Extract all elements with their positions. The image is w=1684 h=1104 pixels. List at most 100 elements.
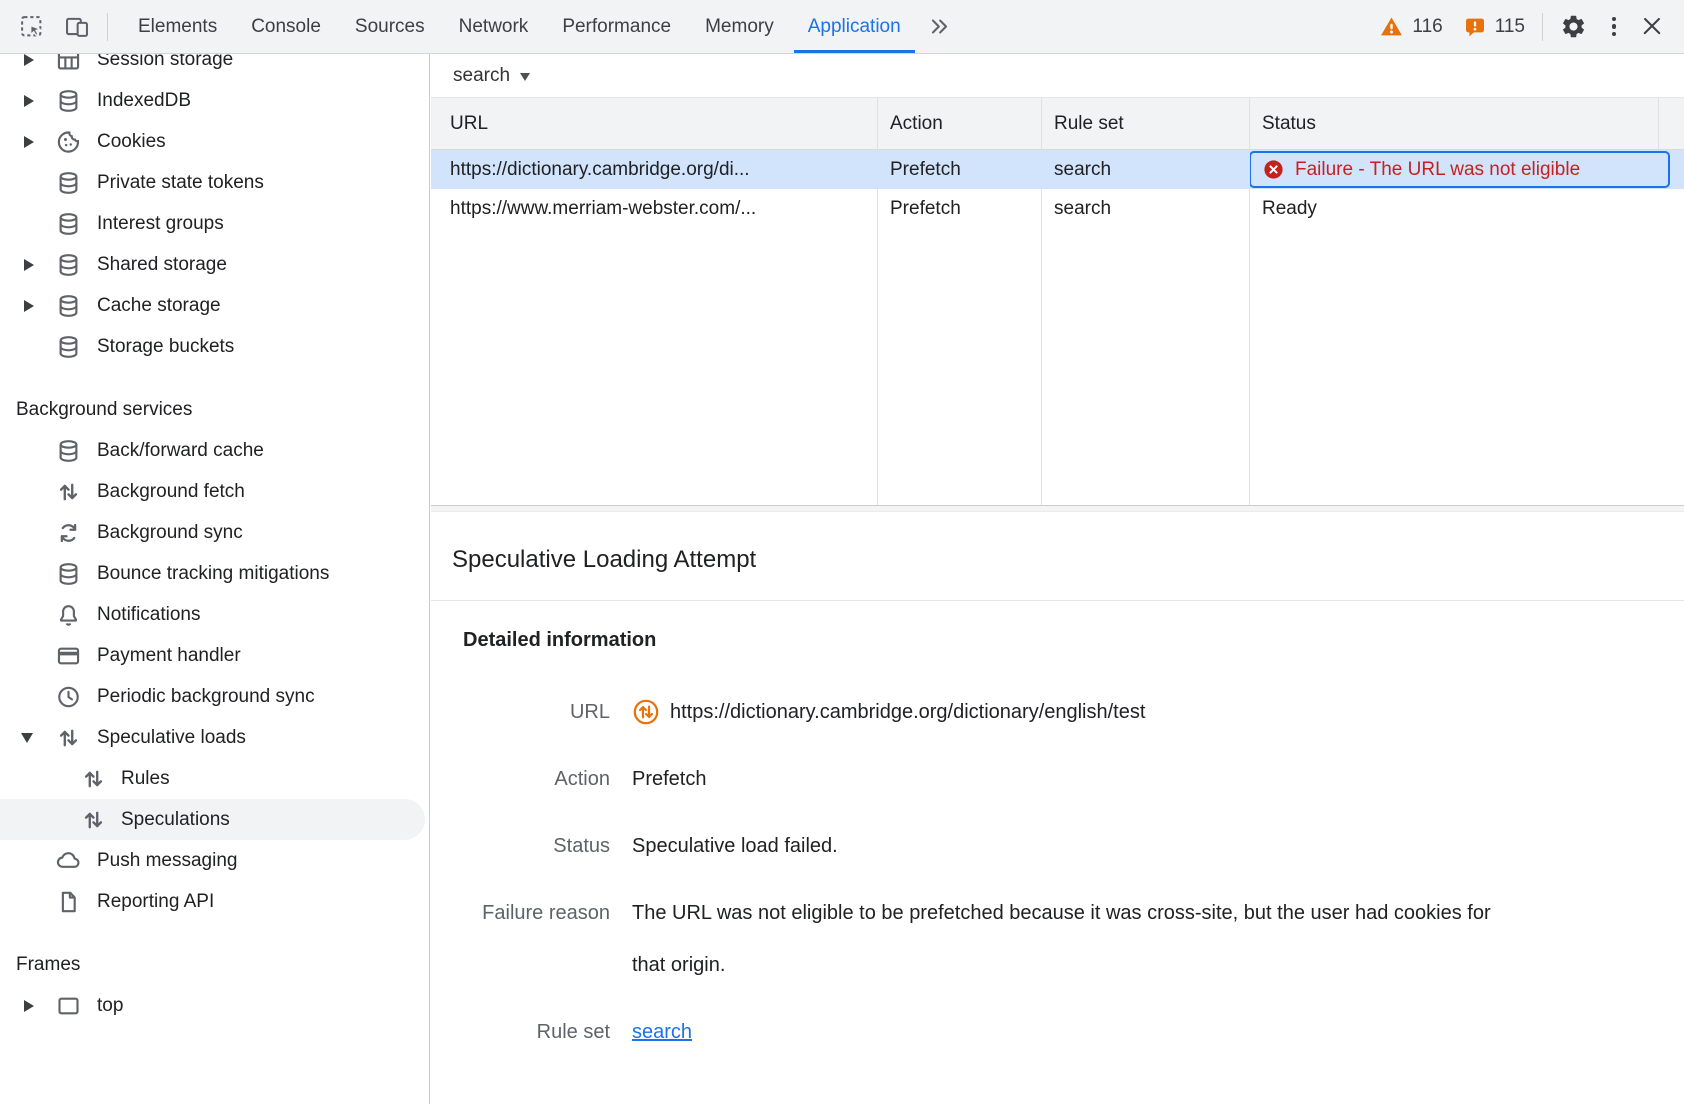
issues-badge[interactable]: 115 (1453, 15, 1535, 39)
column-header-status[interactable]: Status (1249, 98, 1684, 149)
column-header-url[interactable]: URL (431, 98, 877, 149)
sidebar-item-label: Private state tokens (97, 172, 264, 194)
sidebar-item-label: IndexedDB (97, 90, 191, 112)
sidebar-item-rules[interactable]: Rules (0, 758, 429, 799)
cell-status[interactable]: Ready (1249, 189, 1684, 228)
chevron-down-icon (520, 73, 530, 81)
sidebar-item-indexeddb[interactable]: IndexedDB (0, 80, 429, 121)
sidebar-item-speculations[interactable]: Speculations (0, 799, 429, 840)
report-row-status: Status Speculative load failed. (463, 820, 1684, 872)
horizontal-split-bar[interactable] (431, 505, 1684, 512)
sidebar-item-bounce-tracking-mitigations[interactable]: Bounce tracking mitigations (0, 553, 429, 594)
more-tabs-button[interactable] (918, 0, 962, 53)
tab-performance[interactable]: Performance (545, 0, 688, 53)
cloud-icon (55, 847, 82, 874)
document-icon (55, 888, 82, 915)
table-header: URL Action Rule set Status (431, 98, 1684, 150)
sidebar-item-back-forward-cache[interactable]: Back/forward cache (0, 430, 429, 471)
warnings-badge[interactable]: 116 (1369, 14, 1452, 39)
toolbar-right-cluster: 116 115 (1369, 5, 1684, 49)
rule-set-link[interactable]: search (632, 1021, 692, 1043)
payment-card-icon (55, 642, 82, 669)
customize-devtools-button[interactable] (1596, 5, 1632, 49)
sidebar-item-push-messaging[interactable]: Push messaging (0, 840, 429, 881)
detail-url-value: https://dictionary.cambridge.org/diction… (670, 686, 1145, 738)
sidebar-item-shared-storage[interactable]: Shared storage (0, 244, 429, 285)
sidebar-item-top-frame[interactable]: top (0, 985, 429, 1026)
sidebar-item-storage-buckets[interactable]: Storage buckets (0, 326, 429, 367)
sidebar-item-label: Speculations (121, 809, 230, 831)
device-toolbar-button[interactable] (54, 5, 100, 49)
sidebar-item-periodic-background-sync[interactable]: Periodic background sync (0, 676, 429, 717)
cell-action[interactable]: Prefetch (877, 150, 1041, 189)
tab-memory[interactable]: Memory (688, 0, 791, 53)
report-label: Rule set (463, 1006, 610, 1058)
inspect-cursor-icon (19, 14, 44, 39)
collapse-arrow-icon[interactable] (21, 733, 33, 743)
sidebar-item-label: Background sync (97, 522, 243, 544)
cell-rule-set[interactable]: search (1041, 150, 1249, 189)
database-icon (55, 292, 82, 319)
sidebar-item-label: Rules (121, 768, 170, 790)
cell-status[interactable]: Failure - The URL was not eligible (1249, 150, 1684, 189)
column-divider[interactable] (1249, 98, 1250, 505)
expand-arrow-icon[interactable] (24, 259, 34, 271)
sidebar-item-payment-handler[interactable]: Payment handler (0, 635, 429, 676)
gear-icon (1560, 13, 1587, 40)
table-row[interactable]: https://dictionary.cambridge.org/di... P… (431, 150, 1684, 189)
sidebar-item-label: Bounce tracking mitigations (97, 563, 329, 585)
speculative-load-orange-icon (632, 698, 660, 726)
sidebar-item-label: Notifications (97, 604, 201, 626)
warning-count: 116 (1412, 16, 1442, 38)
cell-url[interactable]: https://dictionary.cambridge.org/di... (431, 150, 877, 189)
ruleset-filter-dropdown[interactable]: search (453, 65, 530, 87)
report-value: Speculative load failed. (632, 820, 1502, 872)
expand-arrow-icon[interactable] (24, 95, 34, 107)
status-cell-focused[interactable]: Failure - The URL was not eligible (1249, 151, 1670, 188)
column-header-action[interactable]: Action (877, 98, 1041, 149)
cell-action[interactable]: Prefetch (877, 189, 1041, 228)
tab-console[interactable]: Console (234, 0, 338, 53)
tab-sources[interactable]: Sources (338, 0, 442, 53)
close-devtools-button[interactable] (1632, 7, 1672, 47)
speculations-panel: search URL Action Rule set Status https:… (431, 54, 1684, 1104)
sidebar-item-private-state-tokens[interactable]: Private state tokens (0, 162, 429, 203)
devtools-tabbar: Elements Console Sources Network Perform… (0, 0, 1684, 54)
sidebar-item-label: Shared storage (97, 254, 227, 276)
report-label: Failure reason (463, 887, 610, 991)
sidebar-item-label: Periodic background sync (97, 686, 315, 708)
report-value: The URL was not eligible to be prefetche… (632, 887, 1502, 991)
sidebar-item-interest-groups[interactable]: Interest groups (0, 203, 429, 244)
sidebar-item-cookies[interactable]: Cookies (0, 121, 429, 162)
cell-rule-set[interactable]: search (1041, 189, 1249, 228)
column-header-rule-set[interactable]: Rule set (1041, 98, 1249, 149)
expand-arrow-icon[interactable] (24, 136, 34, 148)
sidebar-item-background-sync[interactable]: Background sync (0, 512, 429, 553)
sidebar-item-background-fetch[interactable]: Background fetch (0, 471, 429, 512)
cell-url[interactable]: https://www.merriam-webster.com/... (431, 189, 877, 228)
sidebar-item-speculative-loads[interactable]: Speculative loads (0, 717, 429, 758)
tab-elements[interactable]: Elements (121, 0, 234, 53)
table-row[interactable]: https://www.merriam-webster.com/... Pref… (431, 189, 1684, 228)
sidebar-item-label: Storage buckets (97, 336, 234, 358)
column-divider[interactable] (877, 98, 878, 505)
sidebar-item-session-storage[interactable]: Session storage (0, 54, 429, 80)
sidebar-item-reporting-api[interactable]: Reporting API (0, 881, 429, 922)
double-chevron-icon (928, 15, 951, 38)
expand-arrow-icon[interactable] (24, 54, 34, 66)
device-toolbar-icon (64, 14, 90, 40)
report-row-rule-set: Rule set search (463, 1006, 1684, 1058)
tab-application[interactable]: Application (791, 0, 918, 53)
sidebar-item-cache-storage[interactable]: Cache storage (0, 285, 429, 326)
sidebar-item-notifications[interactable]: Notifications (0, 594, 429, 635)
sidebar-item-label: Session storage (97, 54, 233, 71)
settings-button[interactable] (1550, 5, 1596, 49)
expand-arrow-icon[interactable] (24, 300, 34, 312)
sidebar-section-background-services: Background services (0, 389, 429, 430)
inspect-element-button[interactable] (8, 5, 54, 49)
tab-network[interactable]: Network (442, 0, 546, 53)
expand-arrow-icon[interactable] (24, 1000, 34, 1012)
sidebar-item-label: Back/forward cache (97, 440, 264, 462)
database-icon (55, 210, 82, 237)
column-divider[interactable] (1041, 98, 1042, 505)
